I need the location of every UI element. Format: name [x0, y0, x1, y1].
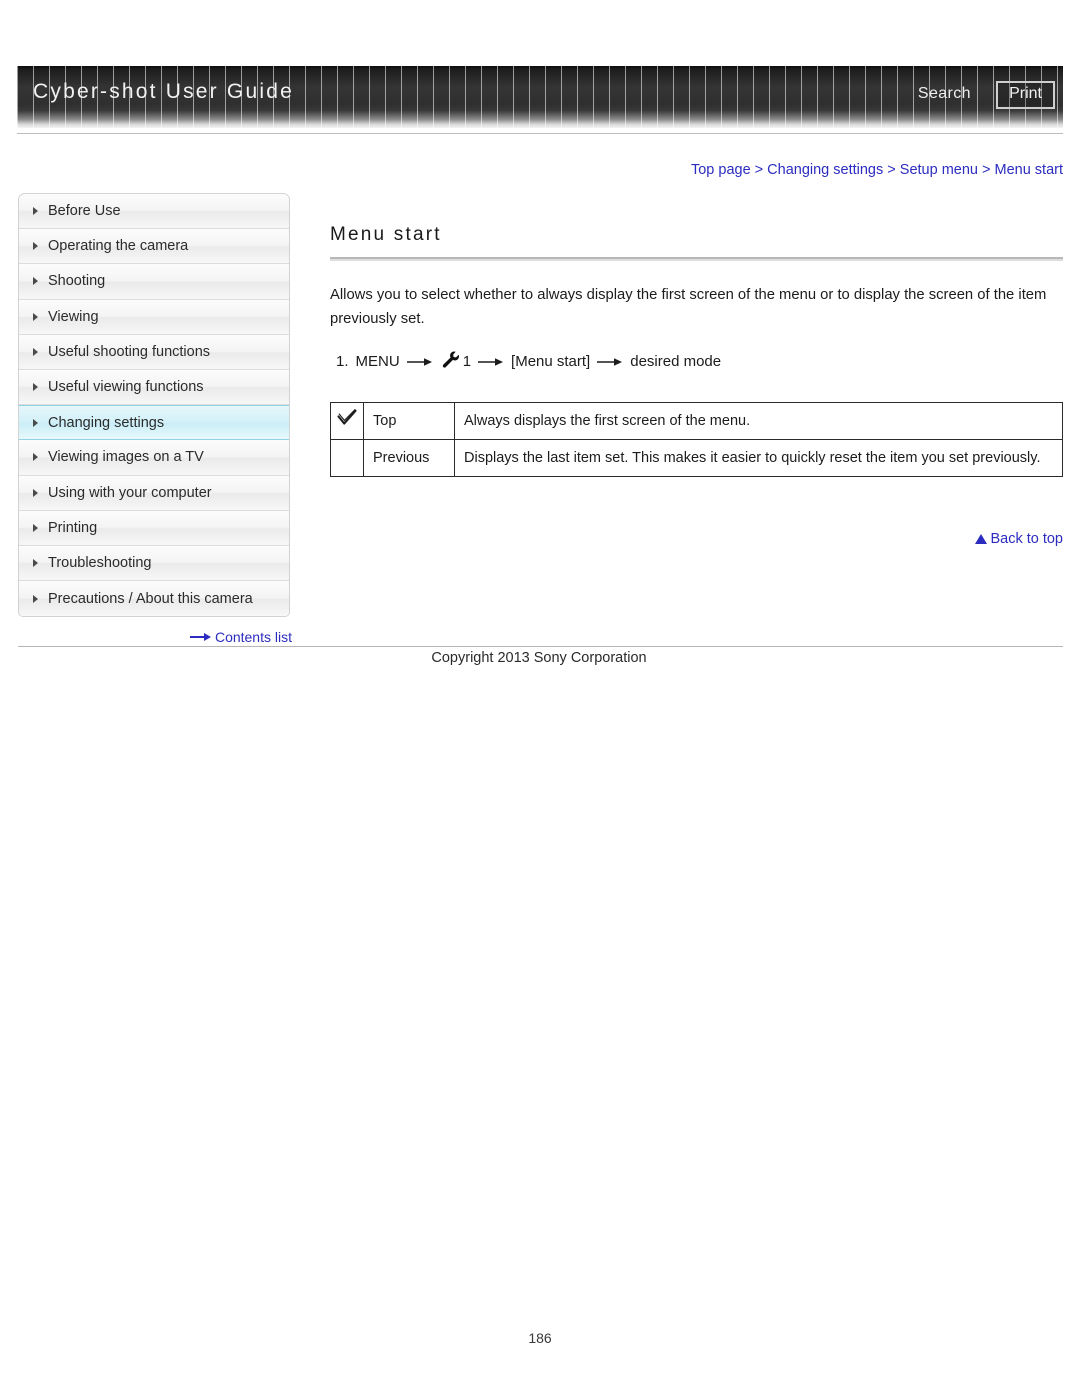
contents-list-link[interactable]: Contents list [0, 629, 292, 646]
title-divider [330, 257, 1063, 261]
sidebar-item-viewing[interactable]: Viewing [19, 299, 289, 335]
chevron-right-icon [33, 418, 38, 427]
sidebar-item-label: Before Use [48, 203, 121, 220]
table-row: Previous Displays the last item set. Thi… [330, 439, 1063, 477]
chevron-right-icon [33, 594, 38, 603]
step-number: 1. [336, 352, 349, 370]
sidebar-item-before-use[interactable]: Before Use [19, 194, 289, 230]
step-desired-mode: desired mode [630, 352, 722, 370]
sidebar-item-label: Shooting [48, 273, 106, 290]
sidebar-nav: Before Use Operating the camera Shooting… [18, 193, 290, 618]
sidebar-item-label: Viewing images on a TV [48, 449, 204, 466]
sidebar-item-label: Useful shooting functions [48, 343, 211, 360]
arrow-right-icon [597, 352, 623, 374]
sidebar-item-using-with-your-computer[interactable]: Using with your computer [19, 475, 289, 511]
page-number: 186 [528, 1330, 552, 1346]
breadcrumb[interactable]: Top page > Changing settings > Setup men… [0, 162, 1063, 178]
chevron-right-icon [33, 242, 38, 251]
header-divider [17, 133, 1063, 134]
sidebar-item-operating-the-camera[interactable]: Operating the camera [19, 229, 289, 265]
sidebar-item-useful-viewing-functions[interactable]: Useful viewing functions [19, 369, 289, 406]
sidebar-item-printing[interactable]: Printing [19, 510, 289, 546]
default-option-marker-cell [330, 439, 364, 477]
chevron-right-icon [33, 277, 38, 286]
copyright-text: Copyright 2013 Sony Corporation [431, 650, 647, 666]
step-menu-item: [Menu start] [511, 352, 591, 370]
sidebar-item-changing-settings[interactable]: Changing settings [19, 405, 289, 441]
sidebar-item-troubleshooting[interactable]: Troubleshooting [19, 545, 289, 582]
search-button[interactable]: Search [918, 85, 971, 103]
arrow-right-icon [406, 352, 433, 374]
footer-divider [18, 646, 1063, 647]
checkmark-icon [337, 408, 357, 431]
sidebar-item-label: Viewing [48, 308, 99, 325]
sidebar-item-label: Useful viewing functions [48, 379, 204, 396]
step-menu-label: MENU [355, 352, 400, 370]
back-to-top-label: Back to top [990, 531, 1063, 547]
option-description: Always displays the first screen of the … [454, 402, 1063, 440]
main-content: Menu start Allows you to select whether … [330, 224, 1063, 477]
chevron-right-icon [33, 523, 38, 532]
sidebar-item-viewing-images-on-a-tv[interactable]: Viewing images on a TV [19, 440, 289, 476]
default-option-marker-cell [330, 402, 364, 440]
intro-paragraph: Allows you to select whether to always d… [330, 287, 1047, 327]
sidebar-item-label: Printing [48, 519, 98, 536]
print-button[interactable]: Print [996, 81, 1055, 109]
table-row: Top Always displays the first screen of … [330, 402, 1063, 440]
procedure-step: 1. MENU 1 [Menu start] desired mode [336, 348, 1063, 375]
site-header-banner: Cyber-shot User Guide Search Print [17, 66, 1063, 128]
option-name: Previous [363, 439, 455, 477]
chevron-right-icon [33, 347, 38, 356]
sidebar-item-label: Troubleshooting [48, 554, 152, 571]
sidebar-item-precautions-about-this-camera[interactable]: Precautions / About this camera [19, 581, 289, 617]
page-title: Menu start [330, 224, 442, 245]
arrow-right-icon [189, 629, 212, 645]
chevron-right-icon [33, 207, 38, 216]
triangle-up-icon [975, 534, 988, 544]
option-description: Displays the last item set. This makes i… [454, 439, 1063, 477]
chevron-right-icon [33, 488, 38, 497]
option-name: Top [363, 402, 455, 440]
sidebar-item-label: Changing settings [48, 414, 165, 431]
back-to-top-link[interactable]: Back to top [330, 531, 1063, 547]
sidebar-item-label: Precautions / About this camera [48, 590, 253, 607]
chevron-right-icon [33, 453, 38, 462]
contents-list-label: Contents list [214, 629, 292, 645]
chevron-right-icon [33, 383, 38, 392]
sidebar-item-label: Operating the camera [48, 238, 189, 255]
arrow-right-icon [478, 352, 504, 374]
chevron-right-icon [33, 558, 38, 567]
sidebar-item-useful-shooting-functions[interactable]: Useful shooting functions [19, 334, 289, 370]
site-title: Cyber-shot User Guide [33, 80, 294, 103]
wrench-setup-icon [440, 350, 461, 377]
chevron-right-icon [33, 312, 38, 321]
sidebar-item-label: Using with your computer [48, 484, 212, 501]
step-setup-page-number: 1 [462, 352, 472, 370]
sidebar-item-shooting[interactable]: Shooting [19, 264, 289, 300]
options-table: Top Always displays the first screen of … [330, 402, 1063, 477]
